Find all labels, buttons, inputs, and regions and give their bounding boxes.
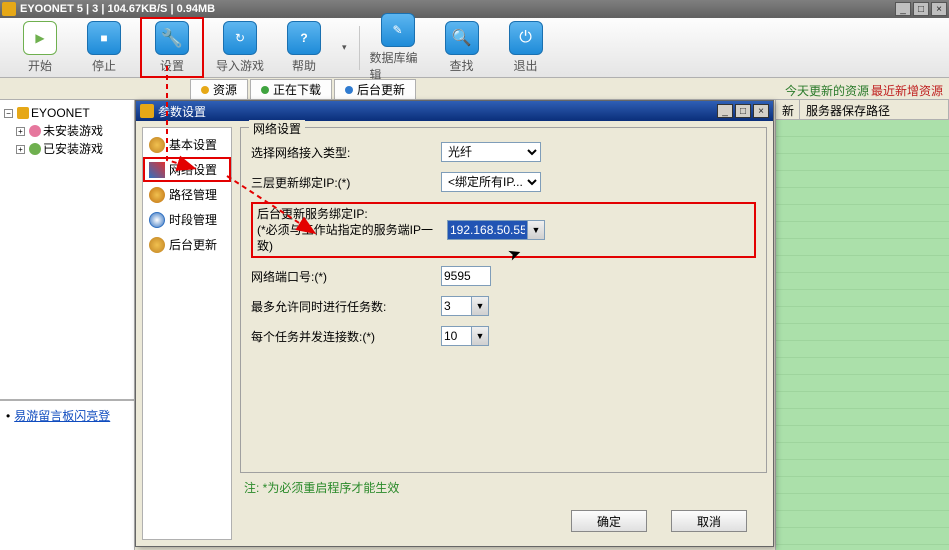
row-net-type: 选择网络接入类型: 光纤 — [251, 142, 756, 162]
dialog-close-button[interactable]: × — [753, 104, 769, 118]
col-server-path[interactable]: 服务器保存路径 — [800, 100, 949, 119]
nav-basic-settings[interactable]: 基本设置 — [143, 132, 231, 157]
stop-icon: ■ — [100, 31, 107, 45]
minimize-button[interactable]: _ — [895, 2, 911, 16]
groupbox-title: 网络设置 — [249, 120, 305, 137]
download-icon — [261, 86, 269, 94]
gear-icon — [149, 137, 165, 153]
help-button[interactable]: ? 帮助 — [276, 21, 332, 74]
tab-downloading[interactable]: 正在下载 — [250, 79, 332, 99]
center-area: 参数设置 _ □ × 基本设置 网络设置 路径管理 时段管理 后台更新 网络 — [135, 100, 775, 550]
main-titlebar: EYOONET 5 | 3 | 104.67KB/S | 0.94MB _ □ … — [0, 0, 949, 18]
power-icon: ⏻ — [519, 29, 532, 47]
conn-per-task-dropdown-button[interactable]: ▼ — [471, 326, 489, 346]
right-panel: 新 服务器保存路径 — [775, 100, 949, 550]
uninstalled-icon — [29, 125, 41, 137]
nav-path-management[interactable]: 路径管理 — [143, 182, 231, 207]
bg-ip-input[interactable] — [447, 220, 527, 240]
bullet-icon: • — [6, 409, 10, 423]
bg-ip-dropdown-button[interactable]: ▼ — [527, 220, 545, 240]
port-input[interactable] — [441, 266, 491, 286]
dialog-maximize-button[interactable]: □ — [735, 104, 751, 118]
tab-strip: 资源 正在下载 后台更新 今天更新的资源 最近新增资源 — [0, 78, 949, 100]
dialog-logo-icon — [140, 104, 154, 118]
folder-icon — [201, 86, 209, 94]
search-icon: 🔍 — [452, 28, 472, 48]
max-tasks-input[interactable] — [441, 296, 471, 316]
col-new[interactable]: 新 — [776, 100, 800, 119]
nav-network-settings[interactable]: 网络设置 — [143, 157, 231, 182]
app-logo-icon — [2, 2, 16, 16]
expand-toggle[interactable]: − — [4, 109, 13, 118]
import-games-button[interactable]: ↻ 导入游戏 — [212, 21, 268, 74]
network-groupbox: 网络设置 选择网络接入类型: 光纤 三层更新绑定IP:(*) <绑定所有IP..… — [240, 127, 767, 473]
toolbar-separator — [359, 26, 360, 70]
conn-per-task-input[interactable] — [441, 326, 471, 346]
tree-uninstalled[interactable]: +未安装游戏 — [4, 122, 130, 140]
dialog-nav: 基本设置 网络设置 路径管理 时段管理 后台更新 — [142, 127, 232, 540]
nav-time-management[interactable]: 时段管理 — [143, 207, 231, 232]
find-button[interactable]: 🔍 查找 — [434, 21, 490, 74]
expand-toggle[interactable]: + — [16, 127, 25, 136]
row-max-tasks: 最多允许同时进行任务数: ▼ — [251, 296, 756, 316]
expand-toggle[interactable]: + — [16, 145, 25, 154]
network-icon — [149, 162, 165, 178]
right-list-body[interactable] — [776, 120, 949, 550]
help-dropdown-icon[interactable]: ▾ — [340, 42, 349, 53]
play-icon: ▶ — [35, 31, 44, 45]
settings-dialog: 参数设置 _ □ × 基本设置 网络设置 路径管理 时段管理 后台更新 网络 — [135, 100, 774, 547]
pencil-icon: ✎ — [393, 23, 403, 37]
tree-root[interactable]: −EYOONET — [4, 104, 130, 122]
bind-ip-select[interactable]: <绑定所有IP...> — [441, 172, 541, 192]
main-toolbar: ▶ 开始 ■ 停止 🔧 设置 ↻ 导入游戏 ? 帮助 ▾ ✎ 数据库编辑 🔍 查… — [0, 18, 949, 78]
game-tree: −EYOONET +未安装游戏 +已安装游戏 — [0, 100, 134, 400]
installed-icon — [29, 143, 41, 155]
import-icon: ↻ — [235, 31, 245, 45]
nav-bg-update[interactable]: 后台更新 — [143, 232, 231, 257]
close-button[interactable]: × — [931, 2, 947, 16]
net-type-select[interactable]: 光纤 — [441, 142, 541, 162]
update-status-legend: 今天更新的资源 最近新增资源 — [785, 82, 949, 99]
right-list-header: 新 服务器保存路径 — [776, 100, 949, 120]
clock-icon — [149, 212, 165, 228]
app-icon — [17, 107, 29, 119]
row-port: 网络端口号:(*) — [251, 266, 756, 286]
maximize-button[interactable]: □ — [913, 2, 929, 16]
ok-button[interactable]: 确定 — [571, 510, 647, 532]
tab-bg-update[interactable]: 后台更新 — [334, 79, 416, 99]
settings-button[interactable]: 🔧 设置 — [144, 21, 200, 74]
bg-update-icon — [149, 237, 165, 253]
path-icon — [149, 187, 165, 203]
stop-button[interactable]: ■ 停止 — [76, 21, 132, 74]
tree-installed[interactable]: +已安装游戏 — [4, 140, 130, 158]
max-tasks-dropdown-button[interactable]: ▼ — [471, 296, 489, 316]
db-edit-button[interactable]: ✎ 数据库编辑 — [370, 13, 426, 83]
row-conn-per-task: 每个任务并发连接数:(*) ▼ — [251, 326, 756, 346]
dialog-titlebar[interactable]: 参数设置 _ □ × — [136, 101, 773, 121]
bulletin-link[interactable]: 易游留言板闪亮登 — [14, 409, 110, 423]
refresh-icon — [345, 86, 353, 94]
tab-resources[interactable]: 资源 — [190, 79, 248, 99]
restart-note: 注: *为必须重启程序才能生效 — [240, 473, 767, 502]
row-bg-ip-highlight: 后台更新服务绑定IP: (*必须与工作站指定的服务端IP一致) ▼ — [251, 202, 756, 258]
title-text: EYOONET 5 | 3 | 104.67KB/S | 0.94MB — [20, 3, 895, 15]
exit-button[interactable]: ⏻ 退出 — [498, 21, 554, 74]
row-bind-ip: 三层更新绑定IP:(*) <绑定所有IP...> — [251, 172, 756, 192]
dialog-title-text: 参数设置 — [158, 103, 206, 120]
start-button[interactable]: ▶ 开始 — [12, 21, 68, 74]
left-sidebar: −EYOONET +未安装游戏 +已安装游戏 • 易游留言板闪亮登 — [0, 100, 135, 550]
cancel-button[interactable]: 取消 — [671, 510, 747, 532]
dialog-minimize-button[interactable]: _ — [717, 104, 733, 118]
bulletin-panel: • 易游留言板闪亮登 — [0, 400, 134, 550]
wrench-icon: 🔧 — [161, 28, 183, 49]
help-icon: ? — [300, 31, 307, 45]
